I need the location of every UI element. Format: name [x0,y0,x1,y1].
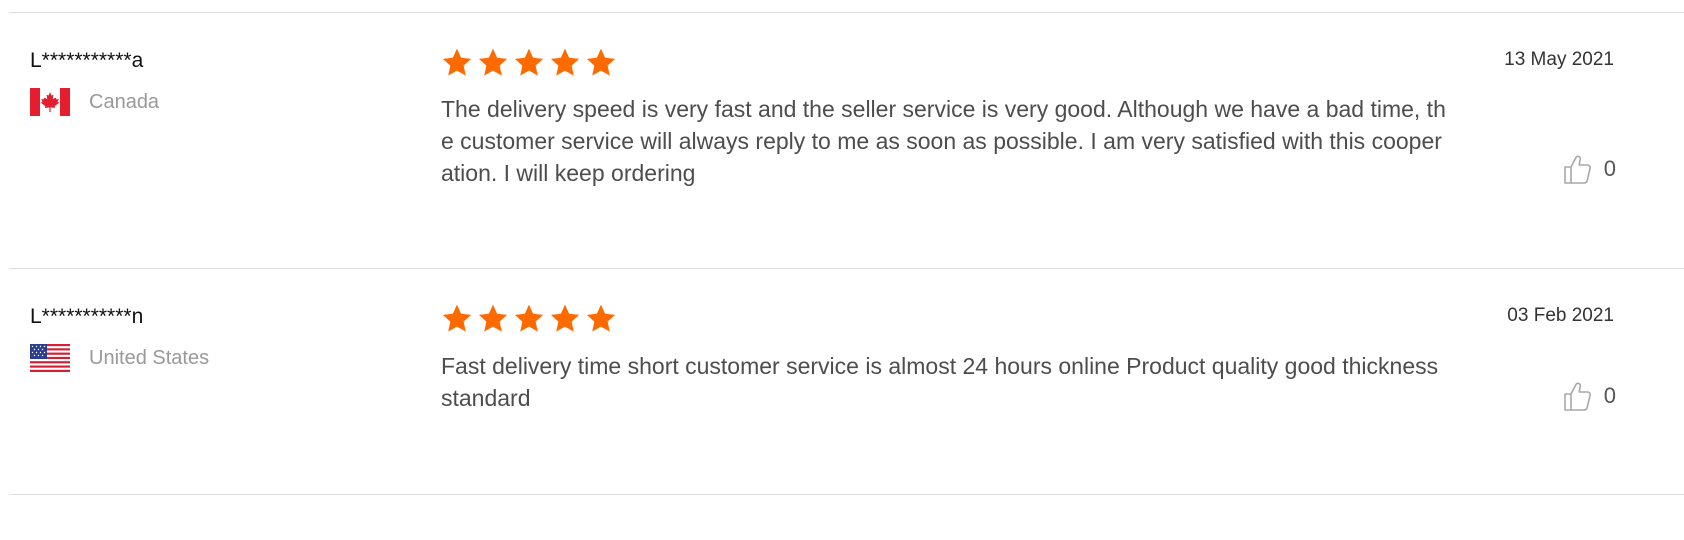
star-icon [585,47,617,79]
star-icon [585,303,617,335]
bottom-divider [9,494,1684,495]
buyer-name: L***********n [30,305,144,328]
helpful-vote[interactable]: 0 [1562,380,1616,412]
star-rating [441,47,617,79]
buyer-country: United States [30,344,209,372]
review-date: 03 Feb 2021 [1507,305,1614,326]
star-icon [513,47,545,79]
star-icon [441,47,473,79]
review-item: L***********a Canada The delivery speed … [0,12,1684,268]
star-icon [477,303,509,335]
star-icon [549,303,581,335]
review-text: The delivery speed is very fast and the … [441,96,1446,186]
helpful-count: 0 [1603,383,1616,408]
helpful-vote[interactable]: 0 [1562,153,1616,185]
buyer-country: Canada [30,88,159,116]
united-states-flag-icon [30,344,70,372]
country-name: United States [89,346,210,369]
canada-flag-icon [30,88,70,116]
thumbs-up-icon[interactable] [1562,153,1592,185]
star-icon [549,47,581,79]
buyer-name: L***********a [30,49,144,72]
star-rating [441,303,617,335]
review-item: L***********n United States Fast deliver… [0,268,1684,494]
star-icon [513,303,545,335]
review-text: Fast delivery time short customer servic… [441,353,1439,411]
star-icon [477,47,509,79]
country-name: Canada [89,90,160,113]
thumbs-up-icon[interactable] [1562,380,1592,412]
star-icon [441,303,473,335]
helpful-count: 0 [1603,156,1616,181]
review-date: 13 May 2021 [1504,49,1614,70]
